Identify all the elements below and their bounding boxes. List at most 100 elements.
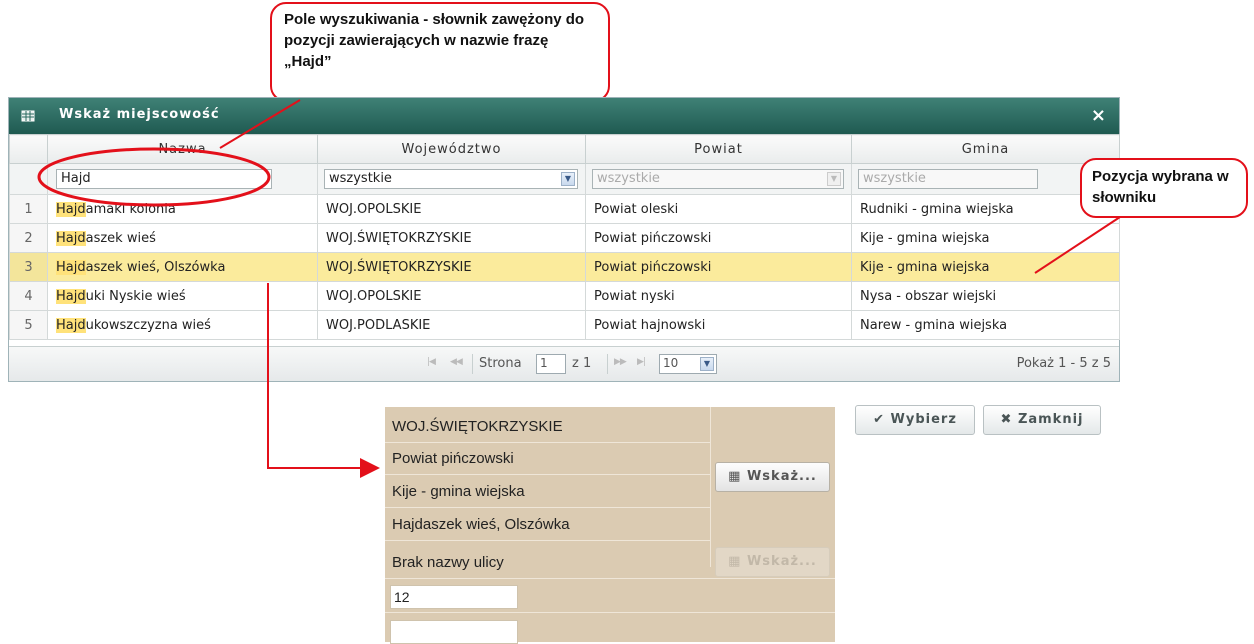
chevron-down-icon[interactable]: ▼ (700, 357, 714, 371)
column-header-powiat[interactable]: Powiat (585, 134, 852, 164)
results-table: Nazwa Województwo Powiat Gmina Hajd wszy… (9, 134, 1120, 340)
column-header-num (9, 134, 48, 164)
column-header-gmina[interactable]: Gmina (851, 134, 1120, 164)
column-header-nazwa[interactable]: Nazwa (47, 134, 318, 164)
cell-nazwa-rest: amaki kolonia (85, 201, 176, 217)
table-row[interactable]: 2 Hajdaszek wieś WOJ.ŚWIĘTOKRZYSKIE Powi… (9, 223, 1120, 253)
cell-wojewodztwo: WOJ.ŚWIĘTOKRZYSKIE (317, 252, 586, 282)
row-number: 3 (9, 252, 48, 282)
prev-page-icon[interactable]: ◀◀ (450, 357, 463, 367)
cell-nazwa-rest: aszek wieś, Olszówka (85, 259, 226, 275)
cell-powiat: Powiat hajnowski (585, 310, 852, 340)
filter-powiat-cell: wszystkie ▼ (585, 163, 852, 195)
pager-separator (607, 354, 608, 374)
callout-selected-item: Pozycja wybrana w słowniku (1080, 158, 1248, 218)
match-highlight: Hajd (56, 201, 86, 217)
close-button-label: Zamknij (1017, 412, 1084, 427)
cell-wojewodztwo: WOJ.PODLASKIE (317, 310, 586, 340)
cell-powiat: Powiat pińczowski (585, 223, 852, 253)
dialog-title: Wskaż miejscowość (59, 107, 220, 122)
close-button[interactable]: ✖ Zamknij (983, 405, 1101, 435)
filter-nazwa-cell: Hajd (47, 163, 318, 195)
pager-summary: Pokaż 1 - 5 z 5 (1016, 356, 1111, 371)
cell-wojewodztwo: WOJ.OPOLSKIE (317, 281, 586, 311)
form-miejscowosc: Hajdaszek wieś, Olszówka (385, 509, 710, 541)
cell-nazwa-rest: uki Nyskie wieś (85, 288, 186, 304)
form-wojewodztwo: WOJ.ŚWIĘTOKRZYSKIE (385, 411, 710, 443)
select-button-label: Wybierz (890, 412, 957, 427)
callout-search-field: Pole wyszukiwania - słownik zawężony do … (270, 2, 610, 102)
last-page-icon[interactable]: ▶| (637, 357, 646, 367)
select-button[interactable]: ✔ Wybierz (855, 405, 975, 435)
page-size-select[interactable]: 10 ▼ (659, 354, 717, 374)
table-icon (21, 110, 35, 122)
pager: |◀ ◀◀ Strona 1 z 1 ▶▶ ▶| 10 ▼ Pokaż 1 - … (9, 346, 1119, 381)
table-row-selected[interactable]: 3 Hajdaszek wieś, Olszówka WOJ.ŚWIĘTOKRZ… (9, 252, 1120, 282)
powiat-select-value: wszystkie (597, 171, 660, 186)
cell-nazwa: Hajdaszek wieś, Olszówka (47, 252, 318, 282)
row-number: 2 (9, 223, 48, 253)
cell-gmina: Narew - gmina wiejska (851, 310, 1120, 340)
column-header-wojewodztwo[interactable]: Województwo (317, 134, 586, 164)
cell-nazwa-rest: ukowszczyzna wieś (85, 317, 211, 333)
page-size-value: 10 (663, 356, 679, 370)
cell-nazwa: Hajdaszek wieś (47, 223, 318, 253)
callout-selected-text: Pozycja wybrana w słowniku (1092, 168, 1229, 206)
wskaz-street-label: Wskaż... (746, 554, 817, 569)
dialog-titlebar[interactable]: Wskaż miejscowość × (9, 98, 1119, 134)
cell-gmina: Nysa - obszar wiejski (851, 281, 1120, 311)
first-page-icon[interactable]: |◀ (427, 357, 436, 367)
cell-nazwa: Hajduki Nyskie wieś (47, 281, 318, 311)
panel-divider (710, 407, 711, 567)
table-row[interactable]: 5 Hajdukowszczyzna wieś WOJ.PODLASKIE Po… (9, 310, 1120, 340)
house-number-input[interactable]: 12 (390, 585, 518, 609)
search-input[interactable]: Hajd (56, 169, 272, 189)
wojewodztwo-select[interactable]: wszystkie ▼ (324, 169, 578, 189)
page-of-label: z 1 (572, 356, 592, 371)
cell-wojewodztwo: WOJ.OPOLSKIE (317, 194, 586, 224)
dialog-select-locality: Wskaż miejscowość × Nazwa Województwo Po… (8, 97, 1120, 382)
match-highlight: Hajd (56, 317, 86, 333)
match-highlight: Hajd (56, 259, 86, 275)
cell-powiat: Powiat pińczowski (585, 252, 852, 282)
filter-wojewodztwo-cell: wszystkie ▼ (317, 163, 586, 195)
powiat-select: wszystkie ▼ (592, 169, 844, 189)
next-page-icon[interactable]: ▶▶ (614, 357, 627, 367)
wskaz-locality-button[interactable]: ▦ Wskaż... (715, 462, 830, 492)
cell-gmina: Kije - gmina wiejska (851, 223, 1120, 253)
match-highlight: Hajd (56, 288, 86, 304)
check-icon: ✔ (873, 412, 885, 427)
wojewodztwo-select-value: wszystkie (329, 171, 392, 186)
cell-powiat: Powiat oleski (585, 194, 852, 224)
gmina-select: wszystkie (858, 169, 1038, 189)
table-row[interactable]: 1 Hajdamaki kolonia WOJ.OPOLSKIE Powiat … (9, 194, 1120, 224)
row-number: 4 (9, 281, 48, 311)
callout-search-text: Pole wyszukiwania - słownik zawężony do … (284, 11, 585, 70)
cell-gmina: Kije - gmina wiejska (851, 252, 1120, 282)
wskaz-street-button: ▦ Wskaż... (715, 547, 830, 577)
table-row[interactable]: 4 Hajduki Nyskie wieś WOJ.OPOLSKIE Powia… (9, 281, 1120, 311)
cell-wojewodztwo: WOJ.ŚWIĘTOKRZYSKIE (317, 223, 586, 253)
search-input-value: Hajd (61, 171, 91, 186)
cell-powiat: Powiat nyski (585, 281, 852, 311)
address-form-panel: WOJ.ŚWIĘTOKRZYSKIE Powiat pińczowski Kij… (385, 407, 835, 644)
filter-row: Hajd wszystkie ▼ wszystkie ▼ wszystkie (9, 163, 1120, 195)
match-highlight: Hajd (56, 230, 86, 246)
row-number: 5 (9, 310, 48, 340)
cell-nazwa: Hajdukowszczyzna wieś (47, 310, 318, 340)
table-icon: ▦ (728, 469, 742, 484)
cell-nazwa-rest: aszek wieś (85, 230, 156, 246)
filter-num-cell (9, 163, 48, 195)
form-powiat: Powiat pińczowski (385, 443, 710, 475)
apartment-number-input[interactable] (390, 620, 518, 644)
chevron-down-icon: ▼ (827, 172, 841, 186)
x-icon: ✖ (1000, 412, 1013, 427)
chevron-down-icon[interactable]: ▼ (561, 172, 575, 186)
page-input[interactable]: 1 (536, 354, 566, 374)
cell-nazwa: Hajdamaki kolonia (47, 194, 318, 224)
table-icon: ▦ (728, 554, 742, 569)
page-label: Strona (479, 356, 522, 371)
close-icon[interactable]: × (1091, 105, 1107, 126)
wskaz-locality-label: Wskaż... (746, 469, 817, 484)
gmina-select-value: wszystkie (863, 171, 926, 186)
